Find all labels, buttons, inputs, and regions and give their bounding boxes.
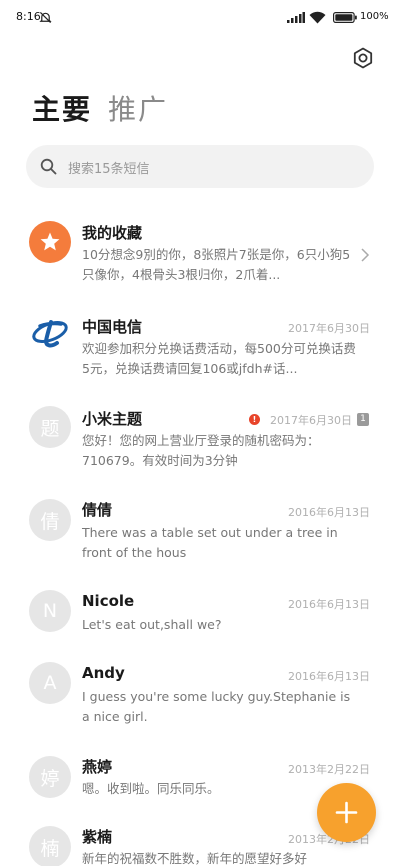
message-preview: There was a table set out under a tree i… [82, 525, 338, 560]
list-item-xiaomi-theme[interactable]: 题 小米主题 ! 2017年6月30日 1 您好！您的网上营业厅登录的随机密码为… [0, 390, 400, 482]
message-preview: 新年的祝福数不胜数，新年的愿望好多好 [82, 851, 308, 866]
sim-card-badge: 1 [357, 413, 369, 426]
contact-name: 燕婷 [82, 758, 113, 776]
message-date: 2017年6月30日 [288, 322, 370, 335]
message-preview: 欢迎参加积分兑换话费活动，每500分可兑换话费5元，兑换话费请回复106或jfd… [82, 341, 356, 376]
list-item-favorites[interactable]: 我的收藏 10分想念9別的你，8张照片7张是你，6只小狗5只像你，4根骨头3根归… [0, 202, 400, 298]
message-preview: 嗯。收到啦。同乐同乐。 [82, 781, 220, 796]
avatar: 楠 [29, 826, 71, 866]
message-date: 2016年6月13日 [288, 506, 370, 519]
list-item-qianqian[interactable]: 倩 倩倩 2016年6月13日 There was a table set ou… [0, 482, 400, 572]
message-preview: 10分想念9別的你，8张照片7张是你，6只小狗5只像你，4根骨头3根归你，2爪着… [82, 247, 351, 282]
header-tabs: 主要 推广 [32, 88, 168, 128]
search-icon [40, 158, 57, 175]
search-placeholder: 搜索15条短信 [68, 162, 150, 177]
message-date: 2013年2月22日 [288, 763, 370, 776]
signal-icon [287, 12, 305, 23]
battery-icon [333, 12, 357, 23]
avatar: N [29, 590, 71, 632]
contact-name: 中国电信 [82, 318, 143, 336]
contact-name: Nicole [82, 592, 135, 610]
plus-icon [335, 801, 358, 824]
message-date: 2016年6月13日 [288, 598, 370, 611]
avatar [29, 312, 71, 354]
message-date: 2017年6月30日 [270, 414, 352, 427]
list-item-andy[interactable]: A Andy 2016年6月13日 I guess you're some lu… [0, 644, 400, 746]
list-item-nicole[interactable]: N Nicole 2016年6月13日 Let's eat out,shall … [0, 572, 400, 644]
wifi-icon [309, 11, 326, 24]
status-time: 8:16 [16, 10, 41, 23]
status-bar: 8:16 100% [0, 0, 400, 36]
contact-name: 倩倩 [82, 501, 113, 519]
contact-name: Andy [82, 664, 125, 682]
bell-muted-icon [39, 11, 52, 24]
new-message-button[interactable] [317, 783, 376, 842]
contact-name: 紫楠 [82, 828, 113, 846]
message-preview: Let's eat out,shall we? [82, 617, 222, 632]
settings-gear-icon[interactable] [351, 46, 375, 70]
battery-level: 100% [360, 11, 389, 22]
avatar: 倩 [29, 499, 71, 541]
list-item-telecom[interactable]: 中国电信 2017年6月30日 欢迎参加积分兑换话费活动，每500分可兑换话费5… [0, 298, 400, 390]
china-telecom-logo-icon [32, 320, 68, 348]
message-date: 2016年6月13日 [288, 670, 370, 683]
message-preview: I guess you're some lucky guy.Stephanie … [82, 689, 351, 724]
star-icon [40, 232, 60, 251]
search-input[interactable]: 搜索15条短信 [26, 145, 374, 188]
tab-promo[interactable]: 推广 [108, 88, 168, 128]
avatar: A [29, 662, 71, 704]
message-preview: 您好！您的网上营业厅登录的随机密码为：710679。有效时间为3分钟 [82, 433, 320, 468]
avatar: 题 [29, 406, 71, 448]
contact-name: 小米主题 [82, 410, 143, 428]
contact-name: 我的收藏 [82, 224, 143, 242]
avatar: 婷 [29, 756, 71, 798]
error-alert-icon: ! [249, 414, 260, 425]
tab-main[interactable]: 主要 [32, 88, 92, 128]
chevron-right-icon[interactable] [359, 247, 371, 263]
avatar [29, 221, 71, 263]
